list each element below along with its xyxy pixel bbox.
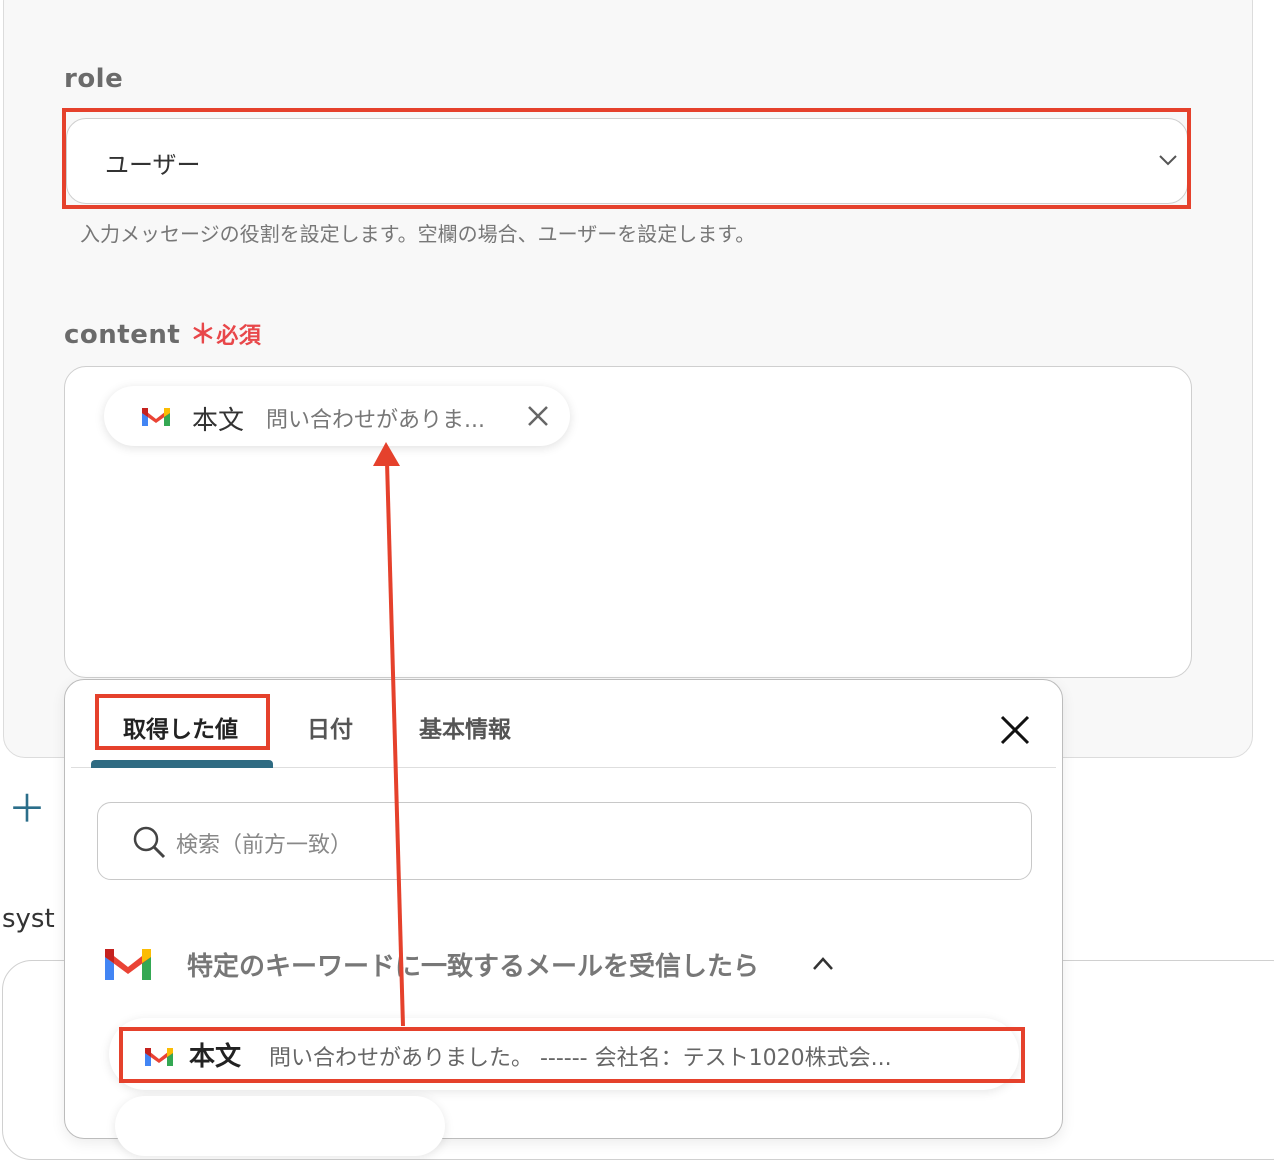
variable-picker-popup: 取得した値 日付 基本情報 検索（前方一致） 特定のキーワードに一致するメールを… xyxy=(64,679,1063,1156)
trigger-group-title[interactable]: 特定のキーワードに一致するメールを受信したら xyxy=(187,946,759,983)
content-variable-pill[interactable]: 本文 問い合わせがありま... xyxy=(104,386,570,446)
content-label: content ＊必須 xyxy=(64,314,261,351)
gmail-icon xyxy=(145,1048,173,1066)
pill-title: 本文 xyxy=(192,406,245,436)
plus-icon[interactable]: ＋ xyxy=(8,790,46,828)
chevron-up-icon[interactable] xyxy=(811,954,835,972)
gmail-icon xyxy=(105,949,151,980)
close-icon[interactable] xyxy=(999,714,1031,746)
list-item-text: 問い合わせがありました。 ------ 会社名：テスト1020株式会... xyxy=(269,1046,892,1071)
list-item[interactable] xyxy=(115,1096,445,1156)
list-item[interactable]: 本文 問い合わせがありました。 ------ 会社名：テスト1020株式会... xyxy=(109,1018,1019,1090)
search-input[interactable]: 検索（前方一致） xyxy=(97,802,1032,880)
list-item-title: 本文 xyxy=(189,1042,242,1072)
required-text: 必須 xyxy=(216,324,262,349)
role-hint: 入力メッセージの役割を設定します。空欄の場合、ユーザーを設定します。 xyxy=(80,222,756,246)
system-label: syst xyxy=(2,904,55,934)
role-select-value: ユーザー xyxy=(105,151,201,179)
pill-text: 問い合わせがありま... xyxy=(266,408,485,433)
gmail-icon xyxy=(142,408,170,426)
chevron-down-icon xyxy=(1159,155,1177,166)
search-icon xyxy=(133,826,166,859)
tab-date[interactable]: 日付 xyxy=(307,710,353,744)
search-placeholder: 検索（前方一致） xyxy=(176,833,353,858)
content-label-text: content xyxy=(64,320,181,350)
role-label: role xyxy=(64,64,124,94)
tab-basic-info[interactable]: 基本情報 xyxy=(419,710,511,744)
tab-acquired-values[interactable]: 取得した値 xyxy=(123,710,238,744)
close-icon[interactable] xyxy=(526,404,550,428)
required-mark: ＊ xyxy=(189,320,217,350)
active-tab-indicator xyxy=(91,760,273,768)
role-select[interactable]: ユーザー xyxy=(66,118,1188,204)
